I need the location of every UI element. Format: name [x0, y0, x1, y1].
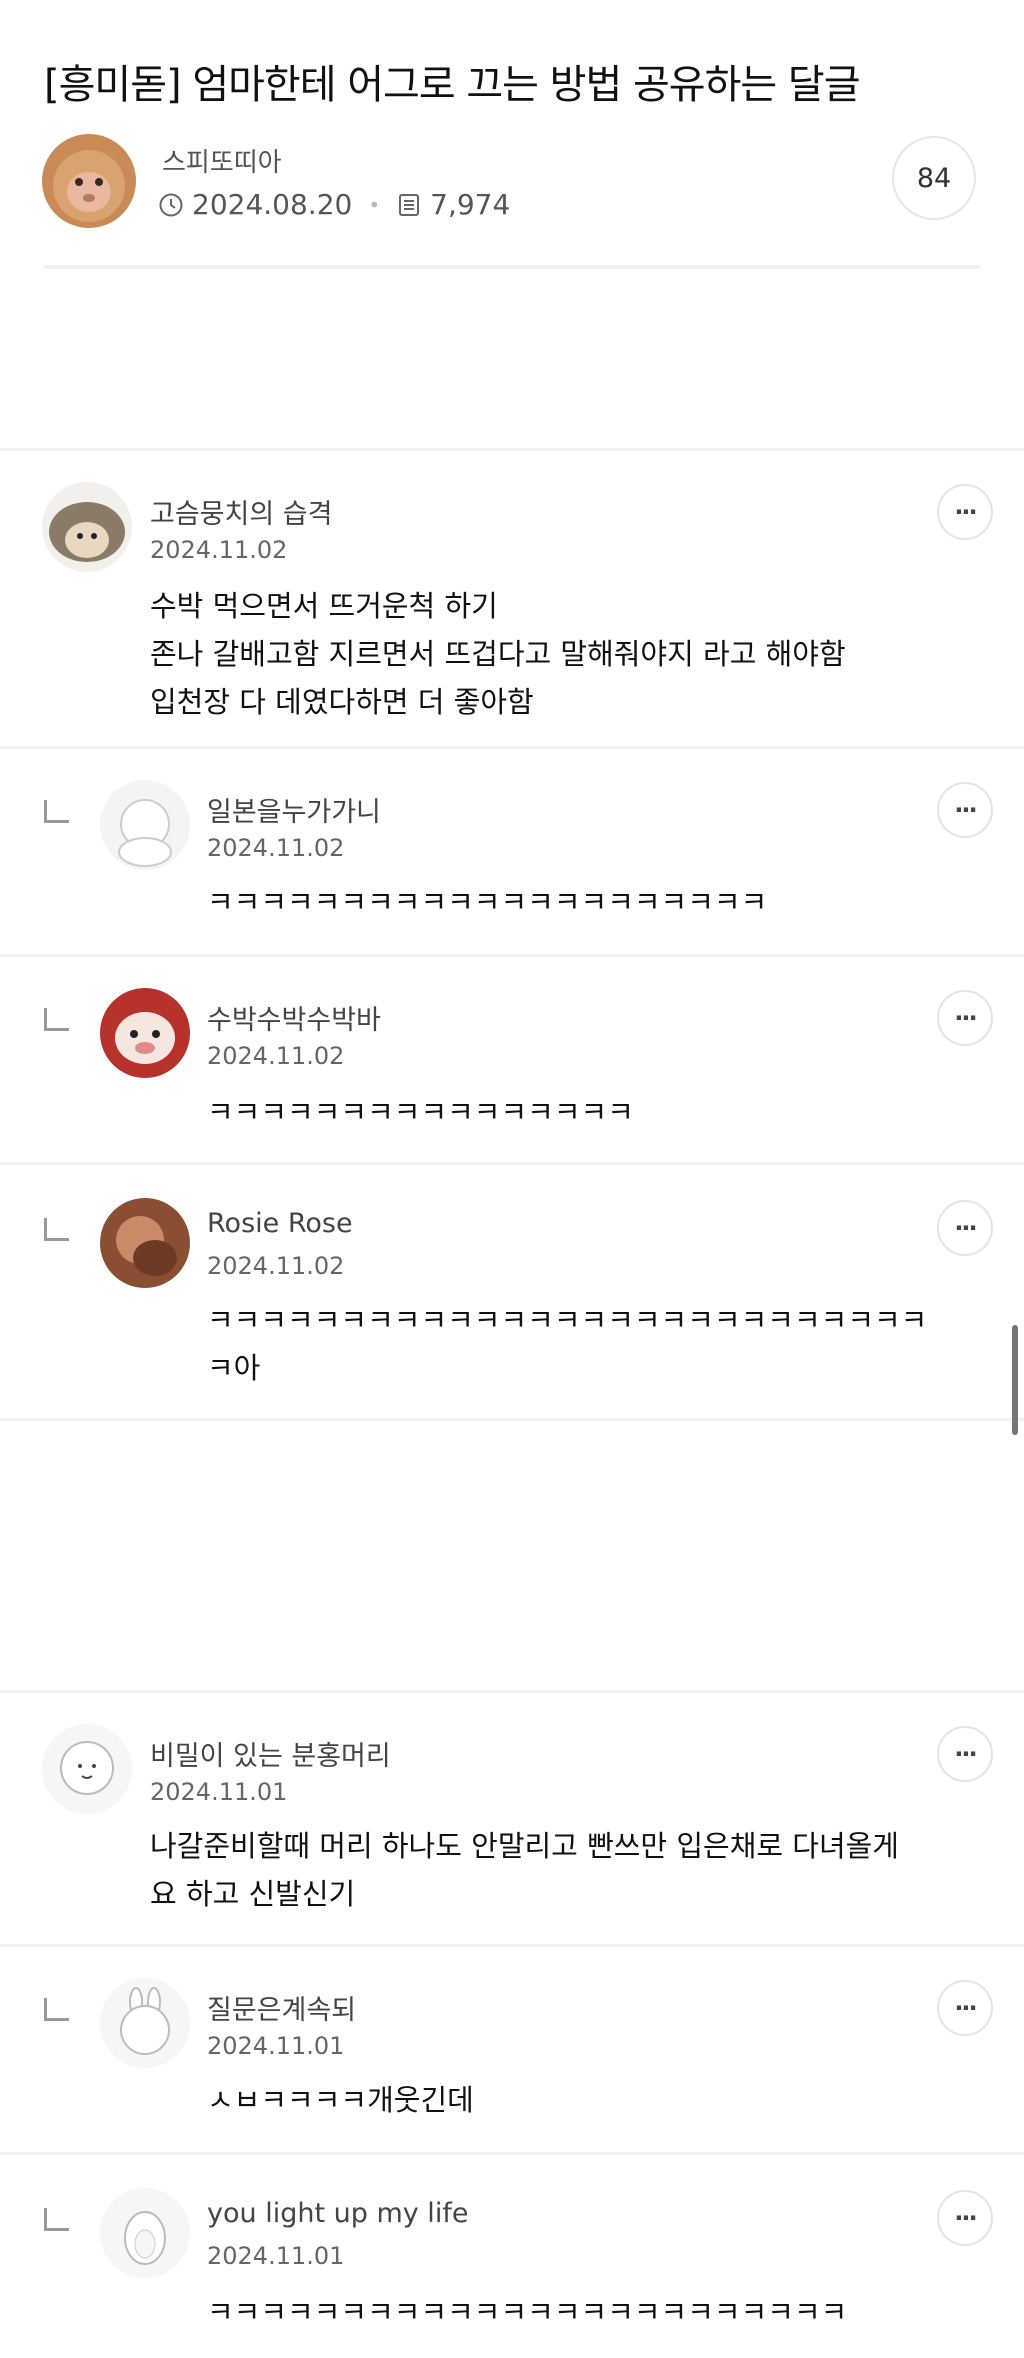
more-options-icon[interactable]: ···	[937, 990, 993, 1046]
more-options-icon[interactable]: ···	[937, 484, 993, 540]
comment-date: 2024.11.01	[150, 1778, 288, 1806]
post-views: 7,974	[430, 188, 511, 221]
comment-line: 입천장 다 데였다하면 더 좋아함	[150, 685, 534, 719]
post-meta: 2024.08.20 • 7,974	[158, 188, 510, 221]
comment-divider	[0, 2152, 1024, 2155]
comment-line: ㅋㅋㅋㅋㅋㅋㅋㅋㅋㅋㅋㅋㅋㅋㅋㅋㅋㅋㅋㅋㅋ	[207, 885, 768, 919]
comment-line: ㅅㅂㅋㅋㅋㅋ개웃긴데	[207, 2083, 474, 2117]
more-options-icon[interactable]: ···	[937, 782, 993, 838]
comment-author[interactable]: 비밀이 있는 분홍머리	[150, 1734, 391, 1773]
comment-count-badge[interactable]: 84	[892, 136, 976, 220]
comment-divider	[0, 1418, 1024, 1421]
more-options-icon[interactable]: ···	[937, 2190, 993, 2246]
comment-date: 2024.11.02	[207, 1042, 345, 1070]
header-divider	[44, 265, 980, 269]
meta-separator: •	[368, 192, 381, 217]
more-options-icon[interactable]: ···	[937, 1980, 993, 2036]
comment-line: 수박 먹으면서 뜨거운척 하기	[150, 589, 498, 623]
comment-line: ㅋㅋㅋㅋㅋㅋㅋㅋㅋㅋㅋㅋㅋㅋㅋㅋㅋㅋㅋㅋㅋㅋㅋㅋㅋㅋㅋ	[207, 1303, 928, 1337]
comment-author[interactable]: 일본을누가가니	[207, 790, 381, 829]
comment-author[interactable]: you light up my life	[207, 2198, 468, 2229]
post-date: 2024.08.20	[192, 188, 353, 221]
comment-date: 2024.11.01	[207, 2032, 345, 2060]
comment-divider	[0, 1944, 1024, 1947]
more-options-icon[interactable]: ···	[937, 1200, 993, 1256]
comment-author[interactable]: 질문은계속되	[207, 1988, 356, 2027]
comment-line: 요 하고 신발신기	[150, 1877, 356, 1911]
comment-line: 존나 갈배고함 지르면서 뜨겁다고 말해줘야지 라고 해야함	[150, 637, 846, 671]
section-divider	[0, 1690, 1024, 1693]
reply-arrow-icon	[44, 1008, 69, 1031]
comment-avatar[interactable]	[100, 988, 190, 1078]
comment-avatar[interactable]	[42, 482, 132, 572]
scrollbar[interactable]	[1012, 1325, 1018, 1435]
reply-arrow-icon	[44, 1998, 69, 2021]
clock-icon	[159, 193, 183, 216]
comment-body: 나갈준비할때 머리 하나도 안말리고 빤쓰만 입은채로 다녀올게 요 하고 신발…	[150, 1822, 899, 1918]
document-icon	[399, 193, 420, 216]
comment-line: 나갈준비할때 머리 하나도 안말리고 빤쓰만 입은채로 다녀올게	[150, 1829, 899, 1863]
comment-author[interactable]: Rosie Rose	[207, 1208, 353, 1239]
comment-body: ㅋㅋㅋㅋㅋㅋㅋㅋㅋㅋㅋㅋㅋㅋㅋㅋ	[207, 1088, 634, 1136]
author-avatar[interactable]	[42, 134, 136, 228]
comment-body: 수박 먹으면서 뜨거운척 하기 존나 갈배고함 지르면서 뜨겁다고 말해줘야지 …	[150, 582, 846, 726]
comment-avatar[interactable]	[100, 1978, 190, 2068]
comment-divider	[0, 746, 1024, 749]
comment-date: 2024.11.01	[207, 2242, 345, 2270]
comment-line: ㅋㅋㅋㅋㅋㅋㅋㅋㅋㅋㅋㅋㅋㅋㅋㅋ	[207, 1095, 634, 1129]
comment-date: 2024.11.02	[207, 834, 345, 862]
comment-divider	[0, 954, 1024, 957]
comment-date: 2024.11.02	[207, 1252, 345, 1280]
reply-arrow-icon	[44, 1218, 69, 1241]
comment-divider	[0, 1162, 1024, 1165]
comment-line: ㅋㅋㅋㅋㅋㅋㅋㅋㅋㅋㅋㅋㅋㅋㅋㅋㅋㅋㅋㅋㅋㅋㅋㅋ	[207, 2295, 848, 2329]
comment-avatar[interactable]	[100, 2188, 190, 2278]
reply-arrow-icon	[44, 2208, 69, 2231]
comment-body: ㅋㅋㅋㅋㅋㅋㅋㅋㅋㅋㅋㅋㅋㅋㅋㅋㅋㅋㅋㅋㅋㅋㅋㅋ	[207, 2288, 847, 2336]
comment-author[interactable]: 수박수박수박바	[207, 998, 381, 1037]
comment-body: ㅋㅋㅋㅋㅋㅋㅋㅋㅋㅋㅋㅋㅋㅋㅋㅋㅋㅋㅋㅋㅋ	[207, 878, 767, 926]
comment-avatar[interactable]	[100, 1198, 190, 1288]
comment-author[interactable]: 고슴뭉치의 습격	[150, 492, 332, 531]
comment-body: ㅅㅂㅋㅋㅋㅋ개웃긴데	[207, 2076, 474, 2124]
section-divider	[0, 448, 1024, 451]
post-author[interactable]: 스피또띠아	[162, 142, 282, 179]
comment-avatar[interactable]	[42, 1724, 132, 1814]
reply-arrow-icon	[44, 800, 69, 823]
comment-date: 2024.11.02	[150, 536, 288, 564]
post-title: [흥미돋] 엄마한테 어그로 끄는 방법 공유하는 달글	[44, 62, 860, 108]
comment-avatar[interactable]	[100, 780, 190, 870]
comment-body: ㅋㅋㅋㅋㅋㅋㅋㅋㅋㅋㅋㅋㅋㅋㅋㅋㅋㅋㅋㅋㅋㅋㅋㅋㅋㅋㅋ ㅋ아	[207, 1296, 927, 1392]
more-options-icon[interactable]: ···	[937, 1726, 993, 1782]
comment-line: ㅋ아	[207, 1351, 261, 1385]
